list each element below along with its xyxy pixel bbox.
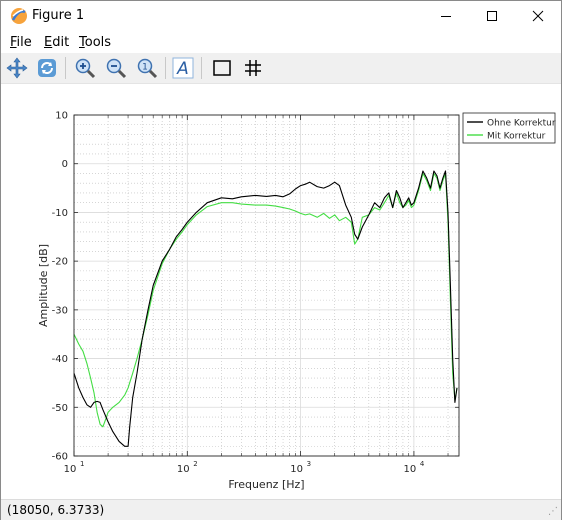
x-tick-exponent: 2 [193,460,197,468]
y-tick-label: 10 [55,111,68,122]
box-button[interactable] [210,56,234,80]
menu-tools-rest: ools [84,35,112,50]
box-icon [213,60,231,76]
text-annotation-button[interactable]: A [171,56,195,80]
toolbar-separator [165,57,166,79]
y-tick-label: -10 [52,208,68,219]
grid-icon [245,60,261,76]
x-tick-exponent: 3 [307,460,311,468]
y-axis-label: Amplitude [dB] [37,244,50,327]
close-button[interactable] [515,1,561,31]
y-tick-label: 0 [62,159,68,170]
maximize-icon [487,11,497,21]
toolbar-separator [65,57,66,79]
x-tick-label: 10 [177,464,190,475]
figure-canvas[interactable]: 10 0 -10 -20 -30 -40 -50 -60 10 1 10 2 10 3 10 4 Frequen… [1,84,561,498]
zoom-in-button[interactable] [73,56,97,80]
toolbar-separator [201,57,202,79]
rotate-icon [38,59,56,77]
legend-entry: Mit Korrektur [487,132,546,142]
menu-file[interactable]: File [10,35,32,50]
close-icon [532,10,544,22]
menu-edit[interactable]: Edit [44,35,69,50]
reset-zoom-icon: 1 [137,58,158,79]
grid-button[interactable] [241,56,265,80]
y-tick-label: -30 [52,305,68,316]
cursor-coordinates: (18050, 6.3733) [7,503,105,517]
toolbar: 1 A [1,53,561,84]
octave-app-icon [11,8,27,24]
zoom-out-button[interactable] [104,56,128,80]
resize-grip-icon[interactable]: ⋰ [548,506,558,517]
pan-button[interactable] [5,56,29,80]
svg-text:A: A [176,59,189,79]
legend-entry: Ohne Korrektur [487,119,556,129]
x-tick-exponent: 4 [420,460,425,468]
menu-bar: File Edit Tools [1,32,561,52]
menu-edit-rest: dit [52,35,70,50]
pan-icon [6,57,28,79]
reset-zoom-button[interactable]: 1 [135,56,159,80]
x-tick-exponent: 1 [80,460,84,468]
y-tick-label: -60 [52,452,68,463]
menu-file-rest: ile [16,35,32,50]
amplitude-frequency-plot[interactable]: 100-10-20-30-40-50-6010 1 10 2 10 3 10 4Frequen… [1,84,561,498]
x-tick-label: 10 [290,464,303,475]
menu-tools[interactable]: Tools [79,35,111,50]
window-title: Figure 1 [32,8,85,23]
rotate-button[interactable] [35,56,59,80]
x-tick-label: 10 [64,464,77,475]
y-tick-label: -40 [52,354,68,365]
title-bar[interactable]: Figure 1 [1,1,561,31]
y-tick-label: -20 [52,257,68,268]
text-annotation-icon: A [172,57,194,79]
figure-window: Figure 1 File Edit Tools 1 A 10 0 -10 -2… [0,0,562,520]
zoom-out-icon [106,58,127,79]
status-bar: (18050, 6.3733) ⋰ [1,499,561,520]
zoom-in-icon [75,58,96,79]
x-axis-label: Frequenz [Hz] [228,478,304,491]
minimize-icon [441,16,451,17]
svg-text:1: 1 [142,63,148,73]
maximize-button[interactable] [469,1,515,31]
minimize-button[interactable] [423,1,469,31]
x-tick-label: 10 [404,464,417,475]
y-tick-label: -50 [52,403,68,414]
